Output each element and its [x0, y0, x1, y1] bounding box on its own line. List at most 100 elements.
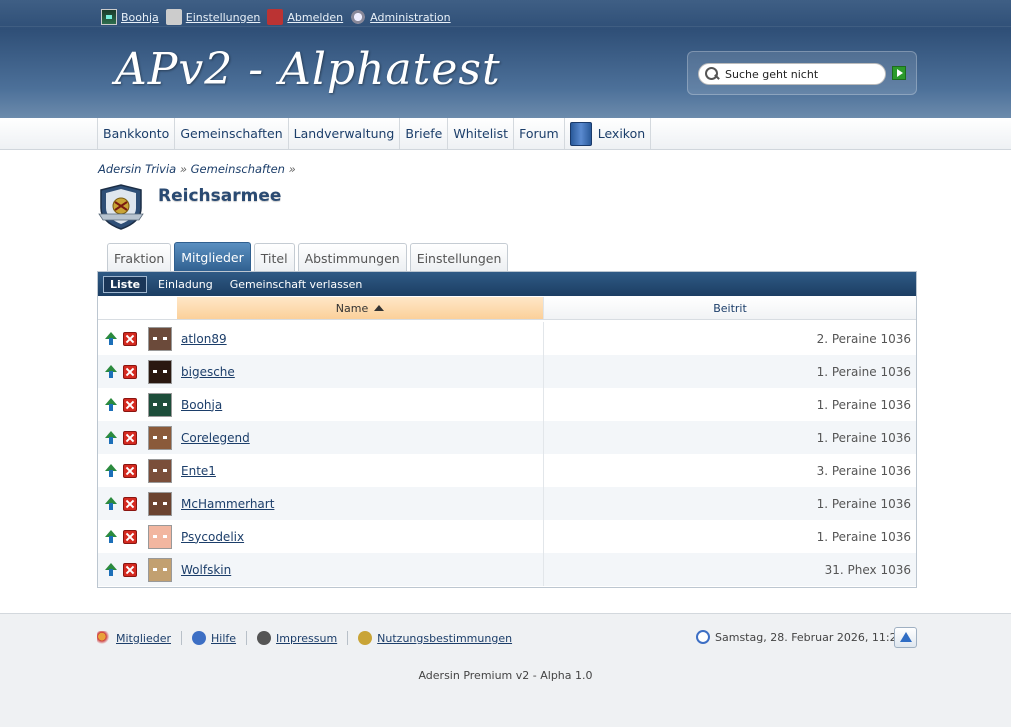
subnav-item-leave[interactable]: Gemeinschaft verlassen: [224, 277, 369, 292]
footer-link-help[interactable]: Hilfe: [211, 632, 236, 645]
nav-item-whitelist[interactable]: Whitelist: [448, 118, 515, 149]
remove-member-icon[interactable]: [123, 331, 137, 346]
settings-link[interactable]: Einstellungen: [186, 11, 261, 24]
tab-abstimmungen[interactable]: Abstimmungen: [297, 243, 407, 272]
member-join-date: 1. Peraine 1036: [816, 430, 911, 445]
footer-link-imprint[interactable]: Impressum: [276, 632, 337, 645]
nav-item-forum[interactable]: Forum: [514, 118, 565, 149]
avatar-icon: [101, 9, 117, 25]
promote-icon[interactable]: [104, 529, 118, 544]
table-row: Corelegend 1. Peraine 1036: [98, 421, 916, 454]
member-join-date: 1. Peraine 1036: [816, 529, 911, 544]
remove-member-icon[interactable]: [123, 463, 137, 478]
nav-item-gemeinschaften[interactable]: Gemeinschaften: [175, 118, 289, 149]
main-navigation: Bankkonto Gemeinschaften Landverwaltung …: [0, 118, 1011, 150]
column-header-beitrit[interactable]: Beitrit: [543, 297, 916, 319]
search-box: [687, 51, 917, 95]
member-avatar: [148, 359, 172, 384]
table-row: Boohja 1. Peraine 1036: [98, 388, 916, 421]
footer-link-terms[interactable]: Nutzungsbestimmungen: [377, 632, 512, 645]
nav-item-briefe[interactable]: Briefe: [400, 118, 449, 149]
tab-titel[interactable]: Titel: [253, 243, 295, 272]
remove-member-icon[interactable]: [123, 364, 137, 379]
logout-icon: [267, 9, 284, 25]
search-input[interactable]: [725, 67, 875, 81]
scroll-to-top-button[interactable]: [894, 627, 917, 648]
community-crest-icon: [98, 184, 144, 230]
nav-item-bankkonto[interactable]: Bankkonto: [98, 118, 176, 149]
site-header: Boohja Einstellungen Abmelden Administra…: [0, 0, 1011, 118]
subnav-item-liste[interactable]: Liste: [103, 275, 148, 293]
userbar-item-admin[interactable]: Administration: [350, 9, 451, 25]
current-datetime: Samstag, 28. Februar 2026, 11:27: [715, 630, 904, 644]
userbar-item-profile[interactable]: Boohja: [101, 9, 159, 25]
member-name-link[interactable]: Boohja: [181, 398, 541, 412]
footer-item-terms[interactable]: Nutzungsbestimmungen: [348, 631, 522, 645]
promote-icon[interactable]: [104, 496, 118, 511]
userbar-item-logout[interactable]: Abmelden: [267, 9, 343, 25]
table-row: McHammerhart 1. Peraine 1036: [98, 487, 916, 520]
footer-item-imprint[interactable]: Impressum: [247, 631, 349, 645]
member-name-link[interactable]: Ente1: [181, 464, 541, 478]
nav-item-landverwaltung[interactable]: Landverwaltung: [289, 118, 401, 149]
member-join-date: 3. Peraine 1036: [816, 463, 911, 478]
site-logo[interactable]: APv2 - Alphatest: [115, 44, 501, 95]
promote-icon[interactable]: [104, 430, 118, 445]
terms-icon: [358, 631, 373, 645]
nav-item-lexikon[interactable]: Lexikon: [565, 118, 652, 149]
member-avatar: [148, 524, 172, 549]
member-join-date: 2. Peraine 1036: [816, 331, 911, 346]
promote-icon[interactable]: [104, 331, 118, 346]
promote-icon[interactable]: [104, 397, 118, 412]
logout-link[interactable]: Abmelden: [287, 11, 343, 24]
settings-icon: [165, 9, 182, 25]
promote-icon[interactable]: [104, 463, 118, 478]
footer-item-members[interactable]: Mitglieder: [97, 631, 182, 645]
page-title: Reichsarmee: [158, 186, 282, 206]
member-name-link[interactable]: McHammerhart: [181, 497, 541, 511]
nav-item-lexikon-label: Lexikon: [597, 126, 646, 141]
column-header-name[interactable]: Name: [177, 297, 543, 319]
footer-links: Mitglieder Hilfe Impressum Nutzungsbesti…: [97, 630, 522, 646]
book-icon: [569, 121, 592, 146]
breadcrumb-item-communities[interactable]: Gemeinschaften: [191, 162, 285, 176]
promote-icon[interactable]: [104, 562, 118, 577]
member-join-date: 31. Phex 1036: [824, 562, 911, 577]
member-avatar: [148, 491, 172, 516]
footer-item-help[interactable]: Hilfe: [182, 631, 248, 645]
remove-member-icon[interactable]: [123, 430, 137, 445]
member-avatar: [148, 392, 172, 417]
promote-icon[interactable]: [104, 364, 118, 379]
subnav-item-einladung[interactable]: Einladung: [152, 277, 219, 292]
member-join-date: 1. Peraine 1036: [816, 397, 911, 412]
footer-copyright: Adersin Premium v2 - Alpha 1.0: [418, 669, 593, 682]
column-header-name-label: Name: [335, 301, 369, 315]
member-name-link[interactable]: atlon89: [181, 332, 541, 346]
members-subnav: Liste Einladung Gemeinschaft verlassen: [98, 272, 916, 296]
member-name-link[interactable]: Wolfskin: [181, 563, 541, 577]
admin-link[interactable]: Administration: [370, 11, 451, 24]
search-submit-button[interactable]: [892, 66, 906, 80]
remove-member-icon[interactable]: [123, 496, 137, 511]
tab-einstellungen[interactable]: Einstellungen: [409, 243, 509, 272]
member-name-link[interactable]: Psycodelix: [181, 530, 541, 544]
userbar-item-settings[interactable]: Einstellungen: [165, 9, 261, 25]
remove-member-icon[interactable]: [123, 397, 137, 412]
breadcrumb-item-home[interactable]: Adersin Trivia: [98, 162, 176, 176]
remove-member-icon[interactable]: [123, 562, 137, 577]
tab-mitglieder[interactable]: Mitglieder: [174, 242, 251, 272]
member-name-link[interactable]: Corelegend: [181, 431, 541, 445]
remove-member-icon[interactable]: [123, 529, 137, 544]
tab-fraktion[interactable]: Fraktion: [107, 243, 172, 272]
profile-link[interactable]: Boohja: [121, 11, 159, 24]
member-join-date: 1. Peraine 1036: [816, 496, 911, 511]
member-avatar: [148, 425, 172, 450]
member-avatar: [148, 458, 172, 483]
member-name-link[interactable]: bigesche: [181, 365, 541, 379]
help-icon: [192, 631, 206, 645]
table-row: Psycodelix 1. Peraine 1036: [98, 520, 916, 553]
footer-datetime: Samstag, 28. Februar 2026, 11:27: [696, 630, 904, 644]
footer-link-members[interactable]: Mitglieder: [116, 632, 171, 645]
member-avatar: [148, 557, 172, 582]
search-icon: [704, 66, 720, 82]
